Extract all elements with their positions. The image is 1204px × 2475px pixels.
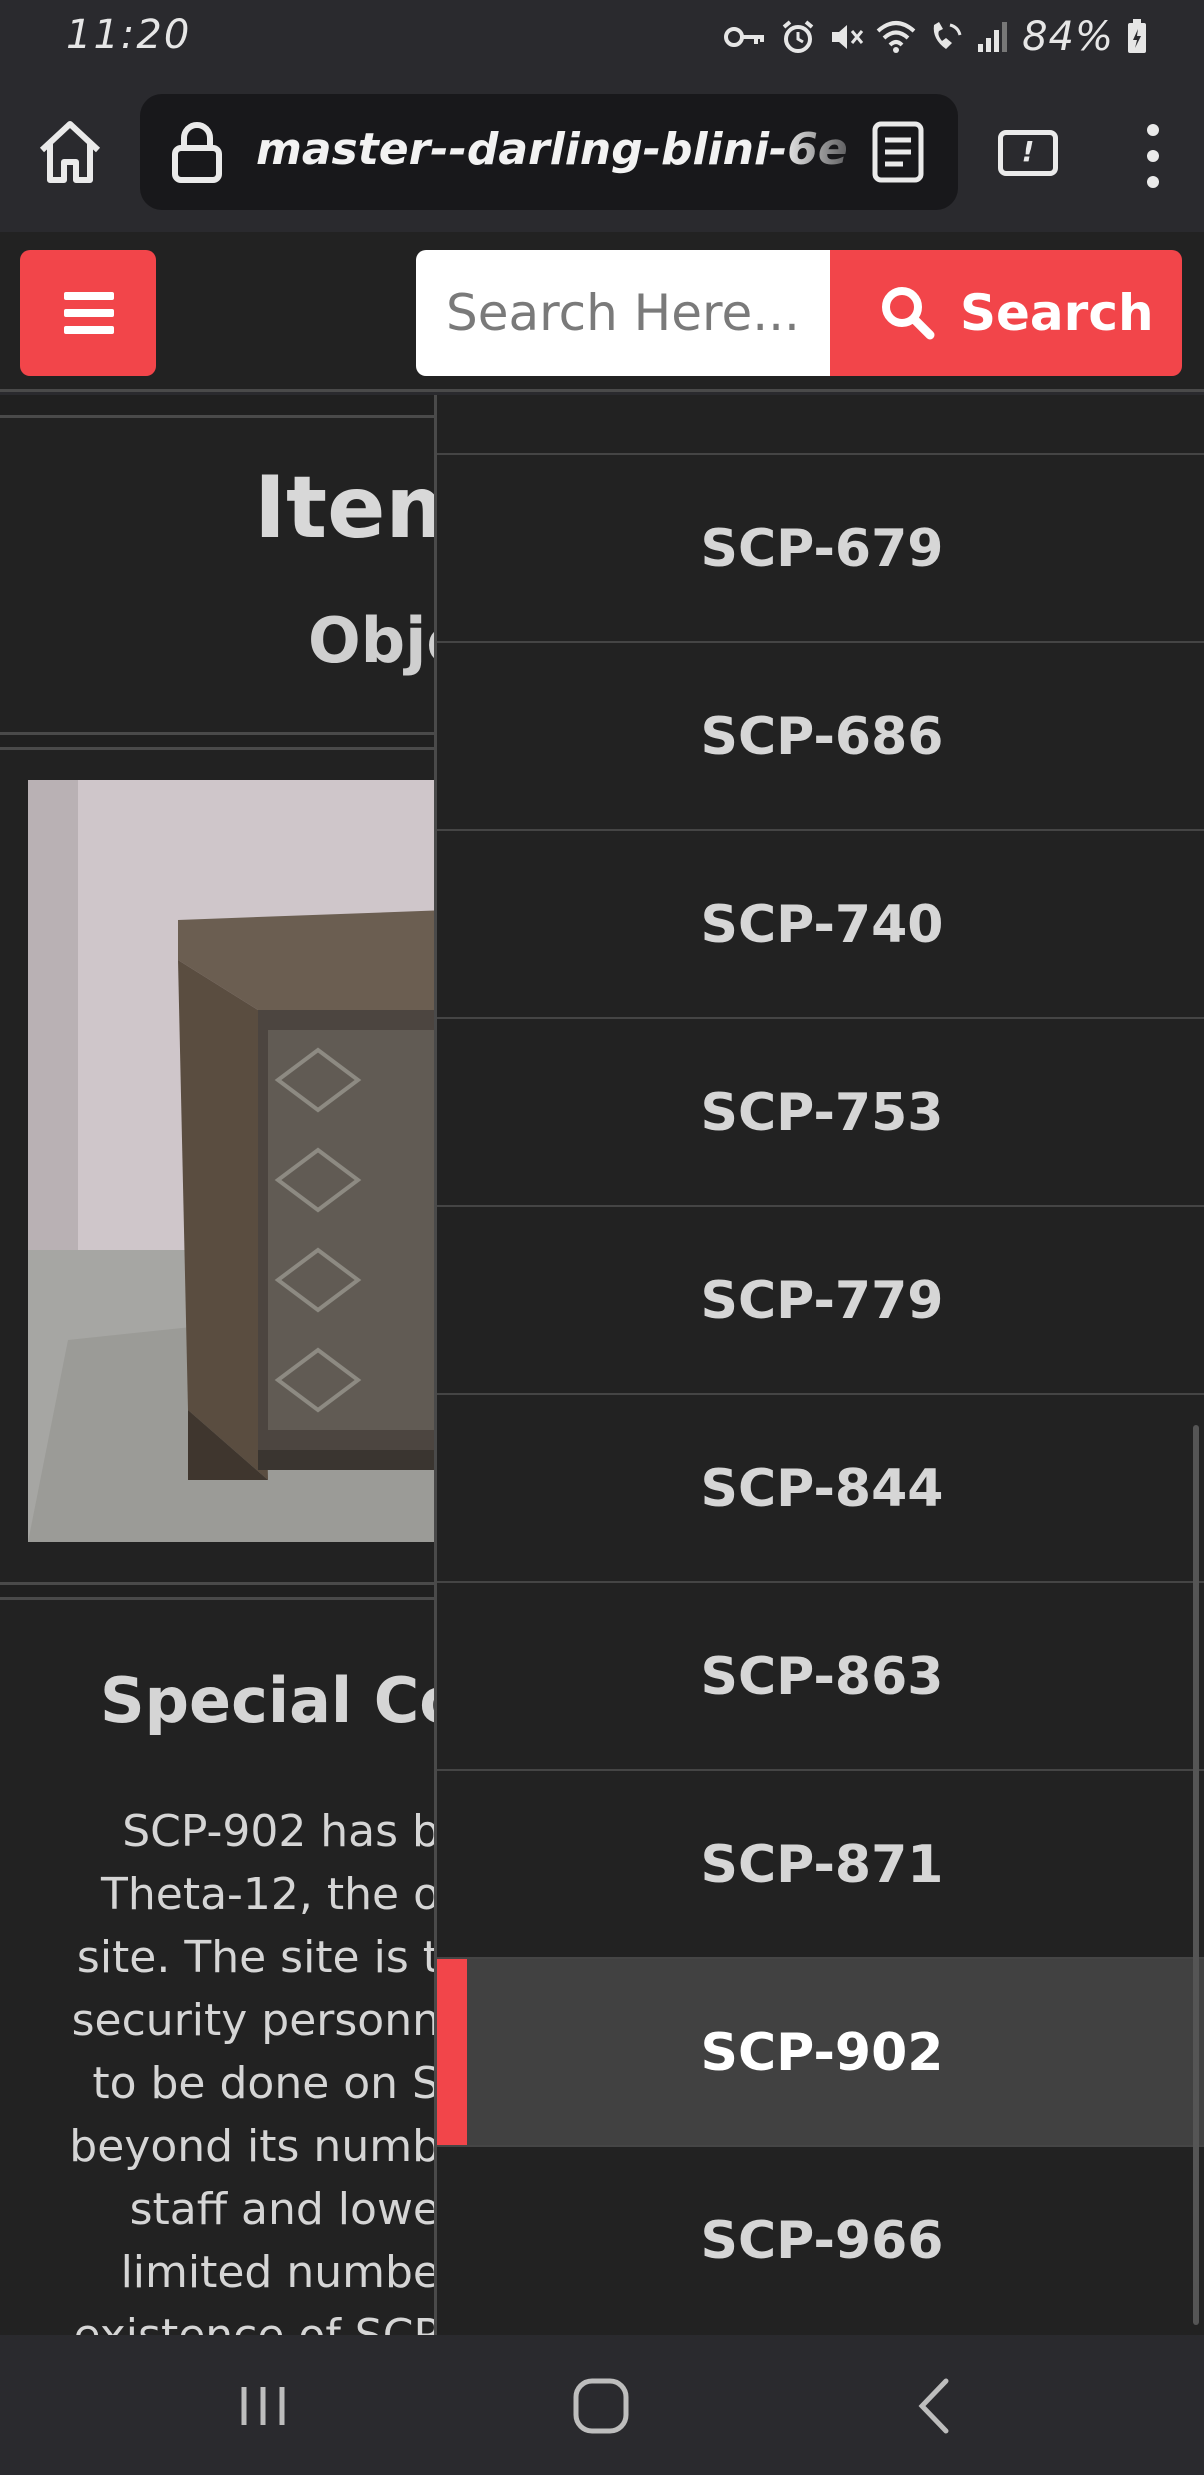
menu-icon-bar [64,292,114,300]
containment-line: limited numbe [120,2247,440,2298]
drawer-item[interactable]: SCP-844 [437,1393,1204,1581]
url-text: master--darling-blini-6eb [256,124,846,175]
site-header: Search [0,232,1204,392]
drawer-item-label: SCP-902 [700,2023,944,2083]
url-fade [780,114,880,194]
battery-icon [1128,19,1146,53]
wifi-calling-icon [933,22,962,49]
recent-apps-icon[interactable] [228,2371,298,2441]
containment-text: SCP-902 has b Theta-12, the o site. The … [0,1800,440,2367]
drawer-item-label: SCP-740 [700,895,944,955]
containment-line: site. The site is t [76,1932,440,1983]
system-nav-bar [0,2335,1204,2475]
wifi-icon [876,21,916,53]
home-icon[interactable] [34,116,106,188]
drawer-item-label: SCP-863 [700,1647,944,1707]
drawer-item[interactable]: SCP-679 [437,453,1204,641]
drawer-item-label: SCP-679 [700,519,944,579]
menu-toggle-button[interactable] [20,250,156,376]
browser-toolbar: master--darling-blini-6eb ! [0,72,1204,232]
home-nav-icon[interactable] [566,2371,636,2441]
containment-line: SCP-902 has b [122,1806,440,1857]
drawer-item-label: SCP-753 [700,1083,944,1143]
drawer-scrollbar[interactable] [1193,1425,1199,2325]
address-bar[interactable]: master--darling-blini-6eb [140,94,958,210]
search-button[interactable]: Search [830,250,1182,376]
drawer-item[interactable]: SCP-740 [437,829,1204,1017]
menu-icon-bar [64,326,114,334]
drawer-item[interactable]: SCP-686 [437,641,1204,829]
back-icon[interactable] [900,2371,970,2441]
scp-nav-drawer: SCP-679 SCP-686 SCP-740 SCP-753 SCP-779 … [434,395,1204,2335]
active-marker [437,1959,467,2147]
drawer-item[interactable]: SCP-863 [437,1581,1204,1769]
search-button-label: Search [960,284,1154,342]
drawer-item-label: SCP-966 [700,2211,944,2271]
search-input[interactable] [416,250,834,376]
drawer-item[interactable]: SCP-779 [437,1205,1204,1393]
alarm-icon [782,20,814,53]
wooden-chest-image [28,780,448,1542]
drawer-item-label: SCP-871 [700,1835,944,1895]
screen: 11:20 84% master--darling-blini-6eb ! Se… [0,0,1204,2475]
drawer-item[interactable]: SCP-871 [437,1769,1204,1957]
containment-line: to be done on S [92,2058,440,2109]
reader-mode-icon[interactable] [870,120,926,184]
containment-line: security personn [71,1995,440,2046]
status-time: 11:20 [66,12,192,58]
drawer-item[interactable]: SCP-753 [437,1017,1204,1205]
status-icons: 84% [724,14,1148,60]
search-icon [882,287,935,340]
containment-line: staff and lowe [129,2184,440,2235]
battery-level: 84% [1022,14,1114,60]
drawer-item-label: SCP-779 [700,1271,944,1331]
containment-line: beyond its numb [69,2121,440,2172]
key-icon [724,27,765,47]
drawer-item-label: SCP-844 [700,1459,944,1519]
lock-icon [172,122,222,183]
drawer-item[interactable]: SCP-966 [437,2145,1204,2333]
drawer-item-active[interactable]: SCP-902 [437,1957,1204,2147]
more-options-icon[interactable] [1138,120,1168,192]
item-photo [28,780,448,1542]
signal-icon [978,22,1008,52]
status-bar: 11:20 84% [0,0,1204,72]
menu-icon-bar [64,309,114,317]
drawer-item-label: SCP-686 [700,707,944,767]
tab-switcher-button[interactable]: ! [998,130,1058,176]
mute-icon [832,25,864,49]
containment-line: Theta-12, the o [100,1869,440,1920]
